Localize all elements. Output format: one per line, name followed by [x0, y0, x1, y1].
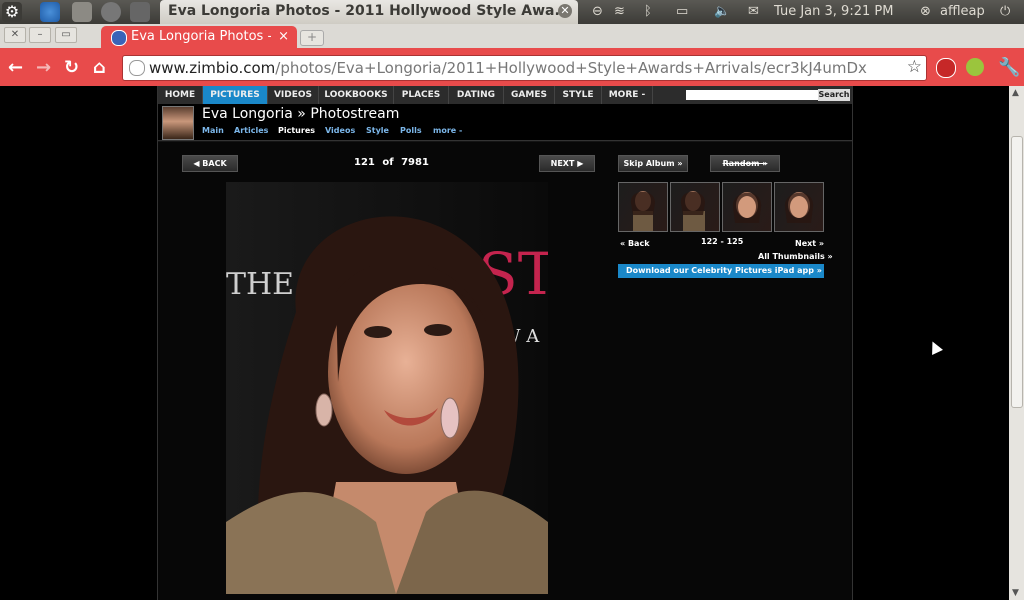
window-close-button[interactable]: ✕ [4, 27, 26, 43]
next-button[interactable]: NEXT ▶ [539, 155, 595, 172]
ipad-app-promo-link[interactable]: Download our Celebrity Pictures iPad app… [618, 264, 824, 278]
celeb-header: Eva Longoria » Photostream Main Articles… [158, 104, 852, 141]
page-viewport: HOME PICTURES VIDEOS LOOKBOOKS PLACES DA… [0, 86, 1009, 600]
celeb-name-link[interactable]: Eva Longoria [202, 106, 293, 122]
subnav-style[interactable]: Style [366, 126, 389, 135]
forward-arrow-icon[interactable]: → [36, 57, 51, 78]
subnav-main[interactable]: Main [202, 126, 224, 135]
wifi-icon[interactable]: ≋ [614, 4, 625, 19]
bookmark-star-icon[interactable]: ☆ [907, 57, 922, 77]
site-nav: HOME PICTURES VIDEOS LOOKBOOKS PLACES DA… [158, 86, 852, 104]
nav-home[interactable]: HOME [158, 86, 203, 104]
photo-total: 7981 [401, 157, 429, 168]
backdrop-text-left: THE [226, 267, 294, 302]
nav-dating[interactable]: DATING [449, 86, 504, 104]
celeb-section: Photostream [310, 106, 400, 122]
scroll-down-arrow-icon[interactable]: ▼ [1012, 588, 1019, 598]
nav-pictures[interactable]: PICTURES [203, 86, 268, 104]
browser-toolbar: ← → ↻ ⌂ www.zimbio.com/photos/Eva+Longor… [0, 48, 1024, 86]
thumbs-range: 122 - 125 [701, 237, 744, 246]
subnav-polls[interactable]: Polls [400, 126, 422, 135]
photo-index: 121 [354, 157, 375, 168]
subnav-articles[interactable]: Articles [234, 126, 268, 135]
nav-videos[interactable]: VIDEOS [268, 86, 319, 104]
nav-more[interactable]: MORE - [602, 86, 653, 104]
new-tab-button[interactable]: + [300, 30, 324, 46]
scrollbar-thumb[interactable] [1011, 136, 1023, 408]
tab-close-icon[interactable]: × [278, 29, 289, 44]
subnav-videos[interactable]: Videos [325, 126, 355, 135]
main-photo[interactable]: THE ST W A [226, 182, 548, 594]
battery-icon[interactable]: ▭ [676, 4, 688, 19]
site-favicon-icon [111, 30, 127, 46]
celeb-avatar[interactable] [162, 106, 194, 140]
page-info-icon[interactable] [129, 60, 145, 76]
breadcrumb-separator: » [297, 106, 306, 122]
os-top-panel: ⚙ Eva Longoria Photos - 2011 Hollywood S… [0, 0, 1024, 24]
nav-places[interactable]: PLACES [394, 86, 449, 104]
celeb-title: Eva Longoria » Photostream [202, 106, 399, 122]
thumbnail-1[interactable] [618, 182, 668, 232]
user-status-icon[interactable]: ⊗ [920, 4, 931, 19]
window-title: Eva Longoria Photos - 2011 Hollywood Sty… [168, 3, 571, 19]
thumbnail-3[interactable] [722, 182, 772, 232]
user-name[interactable]: affleap [940, 4, 985, 19]
tab-title: Eva Longoria Photos - 2 [131, 29, 271, 44]
subnav-pictures[interactable]: Pictures [278, 126, 315, 135]
url-path: /photos/Eva+Longoria/2011+Hollywood+Styl… [275, 59, 867, 77]
back-button[interactable]: ◀ BACK [182, 155, 238, 172]
skip-album-button[interactable]: Skip Album » [618, 155, 688, 172]
nav-lookbooks[interactable]: LOOKBOOKS [319, 86, 394, 104]
scroll-up-arrow-icon[interactable]: ▲ [1012, 88, 1019, 98]
thumbs-next-link[interactable]: Next » [795, 239, 824, 248]
random-button[interactable]: Random » [710, 155, 780, 172]
close-window-icon[interactable]: ✕ [558, 4, 572, 18]
url-host: www.zimbio.com [149, 59, 276, 77]
home-icon[interactable]: ⌂ [93, 57, 106, 78]
tab-active[interactable]: Eva Longoria Photos - 2 × [101, 26, 297, 48]
text-editor-icon[interactable] [72, 2, 92, 22]
settings-icon[interactable] [130, 2, 150, 22]
address-bar[interactable]: www.zimbio.com/photos/Eva+Longoria/2011+… [122, 55, 927, 81]
photo-counter: 121 of 7981 [354, 157, 429, 168]
thumbnail-4[interactable] [774, 182, 824, 232]
extension-icon[interactable] [966, 58, 984, 76]
nav-style[interactable]: STYLE [555, 86, 602, 104]
thumbs-back-link[interactable]: « Back [620, 239, 650, 248]
all-thumbnails-link[interactable]: All Thumbnails » [758, 252, 833, 261]
zimbio-site: HOME PICTURES VIDEOS LOOKBOOKS PLACES DA… [157, 86, 853, 600]
url-text: www.zimbio.com/photos/Eva+Longoria/2011+… [149, 59, 867, 77]
site-search-button[interactable]: Search [818, 89, 850, 101]
volume-icon[interactable]: 🔈 [714, 4, 730, 19]
power-icon[interactable]: ⏻ [1000, 4, 1010, 19]
reload-icon[interactable]: ↻ [64, 57, 79, 78]
chromium-icon[interactable] [40, 2, 60, 22]
back-arrow-icon[interactable]: ← [8, 57, 23, 78]
photo-viewer: ◀ BACK 121 of 7981 NEXT ▶ THE ST W A Ski… [158, 142, 852, 600]
mail-icon[interactable]: ✉ [748, 4, 759, 19]
nav-games[interactable]: GAMES [504, 86, 555, 104]
window-maximize-button[interactable]: ▭ [55, 27, 77, 43]
photo-of: of [382, 157, 394, 168]
window-minimize-button[interactable]: – [29, 27, 51, 43]
subnav-more[interactable]: more - [433, 126, 462, 135]
window-title-bar[interactable]: Eva Longoria Photos - 2011 Hollywood Sty… [160, 0, 578, 24]
wrench-icon[interactable]: 🔧 [998, 57, 1020, 78]
media-icon[interactable] [101, 2, 121, 22]
ubuntu-logo-icon[interactable]: ⚙ [2, 2, 22, 22]
clock[interactable]: Tue Jan 3, 9:21 PM [774, 4, 893, 19]
portrait-image: THE ST W A [226, 182, 548, 594]
adblock-icon[interactable] [936, 58, 956, 78]
browser-tab-strip: ✕ – ▭ Eva Longoria Photos - 2 × + [0, 24, 1024, 48]
bluetooth-icon[interactable]: ᛒ [644, 4, 652, 19]
site-search-input[interactable] [686, 90, 818, 100]
vertical-scrollbar[interactable]: ▲ ▼ [1009, 86, 1024, 600]
thumbnail-2[interactable] [670, 182, 720, 232]
minus-icon[interactable]: ⊖ [592, 4, 603, 19]
